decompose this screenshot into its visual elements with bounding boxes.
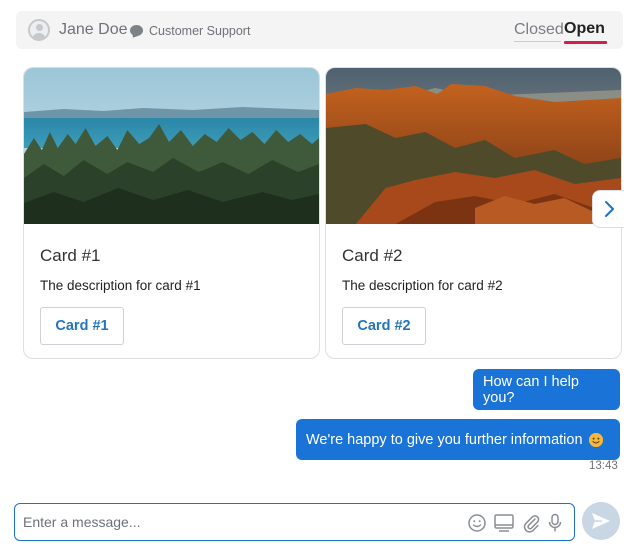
send-button[interactable] (582, 502, 620, 540)
tab-closed-underline (514, 41, 561, 42)
message-bubble: We're happy to give you further informat… (296, 419, 620, 460)
attachment-icon[interactable] (521, 513, 541, 533)
agent-name: Jane Doe (59, 21, 128, 38)
emoji-icon[interactable] (467, 513, 487, 533)
carousel-card: Card #1 The description for card #1 Card… (23, 67, 320, 359)
message-bubble: How can I help you? (473, 369, 620, 410)
message-input[interactable] (15, 504, 455, 540)
tab-closed[interactable]: Closed (514, 21, 564, 39)
smiling-face-icon (588, 432, 603, 447)
card-image (24, 68, 319, 224)
card-1-button[interactable]: Card #1 (40, 307, 124, 345)
card-2-button[interactable]: Card #2 (342, 307, 426, 345)
message-text: How can I help you? (483, 373, 579, 406)
card-image (326, 68, 621, 224)
chevron-right-icon (604, 201, 614, 217)
send-icon (592, 513, 610, 529)
message-composer (14, 503, 575, 541)
carousel-card: Card #2 The description for card #2 Card… (325, 67, 622, 359)
channel-name: Customer Support (149, 24, 251, 38)
message-text: We're happy to give you further informat… (306, 431, 583, 448)
tab-open[interactable]: Open (564, 20, 605, 38)
tab-open-underline (564, 41, 607, 44)
card-title: Card #1 (40, 246, 101, 265)
conversation-header: Jane Doe Customer Support Closed Open (16, 11, 623, 49)
card-description: The description for card #1 (40, 278, 201, 293)
screen-share-icon[interactable] (493, 513, 515, 533)
chat-bubble-icon (130, 25, 143, 36)
message-timestamp: 13:43 (589, 460, 618, 472)
microphone-icon[interactable] (547, 513, 563, 533)
card-description: The description for card #2 (342, 278, 503, 293)
carousel-next-button[interactable] (592, 190, 624, 228)
card-title: Card #2 (342, 246, 403, 265)
avatar (28, 19, 50, 41)
